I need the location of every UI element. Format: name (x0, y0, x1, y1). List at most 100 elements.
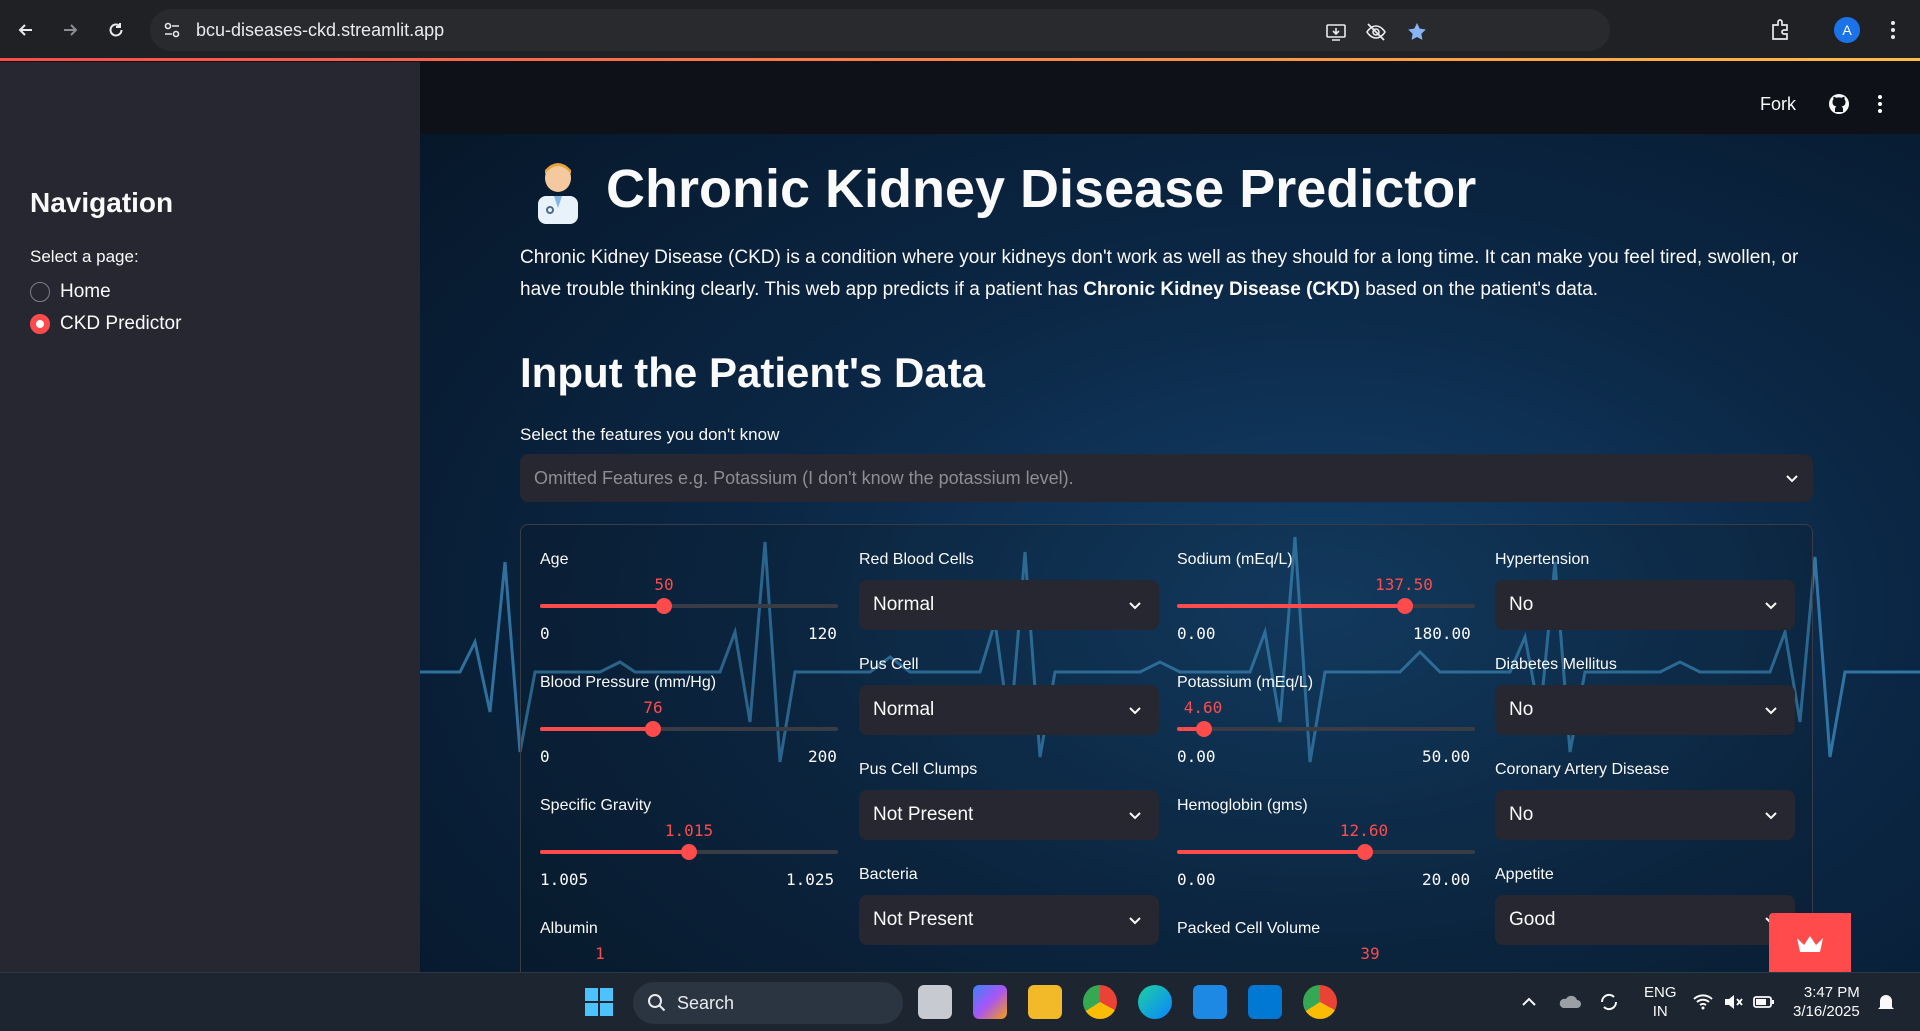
forward-button[interactable] (52, 12, 88, 48)
cad-label: Coronary Artery Disease (1495, 761, 1670, 778)
pus-cell-select[interactable]: Normal (859, 685, 1159, 735)
pcv-value: 39 (1360, 944, 1380, 963)
sg-slider-thumb[interactable] (681, 844, 697, 860)
chevron-down-icon (1765, 707, 1777, 715)
clock-date: 3/16/2025 (1793, 1003, 1860, 1020)
hypertension-label: Hypertension (1495, 551, 1590, 568)
potassium-slider[interactable] (1177, 721, 1475, 737)
sodium-min: 0.00 (1177, 624, 1216, 643)
bp-label: Blood Pressure (mm/Hg) (540, 674, 717, 691)
age-slider[interactable] (540, 598, 838, 614)
age-min: 0 (540, 624, 550, 643)
rbc-select[interactable]: Normal (859, 580, 1159, 630)
pus-clumps-label: Pus Cell Clumps (859, 761, 978, 778)
remote-desktop-icon[interactable] (1193, 985, 1227, 1019)
install-app-icon[interactable] (1325, 21, 1347, 43)
intro-paragraph: Chronic Kidney Disease (CKD) is a condit… (520, 242, 1820, 306)
hemoglobin-label: Hemoglobin (gms) (1177, 797, 1308, 814)
appetite-select[interactable]: Good (1495, 895, 1795, 945)
sodium-slider[interactable] (1177, 598, 1475, 614)
reload-icon (109, 23, 123, 37)
chrome-icon[interactable] (1083, 985, 1117, 1019)
diabetes-select[interactable]: No (1495, 685, 1795, 735)
pus-clumps-select[interactable]: Not Present (859, 790, 1159, 840)
wifi-icon[interactable] (1692, 991, 1714, 1013)
search-icon (648, 994, 666, 1012)
bp-slider[interactable] (540, 721, 838, 737)
back-button[interactable] (8, 12, 44, 48)
clock[interactable]: 3:47 PM 3/16/2025 (1793, 983, 1860, 1021)
clock-time: 3:47 PM (1803, 984, 1860, 1001)
age-max: 120 (808, 624, 837, 643)
sodium-slider-thumb[interactable] (1396, 598, 1413, 614)
github-icon[interactable] (1827, 92, 1851, 116)
crown-icon (1797, 935, 1823, 952)
appetite-select-value: Good (1509, 909, 1556, 930)
age-slider-fill (540, 604, 665, 608)
windows-start-icon[interactable] (582, 985, 616, 1019)
radio-ckd-predictor[interactable]: CKD Predictor (30, 313, 181, 335)
file-explorer-icon[interactable] (1028, 985, 1062, 1019)
bookmark-star-icon[interactable] (1406, 21, 1428, 43)
hypertension-select[interactable]: No (1495, 580, 1795, 630)
radio-home[interactable]: Home (30, 281, 111, 303)
chevron-down-icon (1129, 812, 1141, 820)
radio-home-label: Home (60, 281, 111, 302)
address-bar[interactable]: bcu-diseases-ckd.streamlit.app (150, 9, 1610, 51)
extensions-icon[interactable] (1768, 17, 1794, 43)
onedrive-icon[interactable] (1558, 991, 1582, 1013)
sodium-slider-fill (1177, 604, 1405, 608)
copilot-icon[interactable] (973, 985, 1007, 1019)
sync-icon[interactable] (1598, 991, 1620, 1013)
hemoglobin-slider[interactable] (1177, 844, 1475, 860)
cad-select[interactable]: No (1495, 790, 1795, 840)
bp-min: 0 (540, 747, 550, 766)
potassium-min: 0.00 (1177, 747, 1216, 766)
sg-slider-fill (540, 850, 689, 854)
sodium-max: 180.00 (1413, 624, 1471, 643)
sodium-value: 137.50 (1375, 575, 1433, 594)
chrome-profile-icon[interactable] (1303, 985, 1337, 1019)
fork-button[interactable]: Fork (1760, 94, 1796, 115)
bacteria-select[interactable]: Not Present (859, 895, 1159, 945)
main-content: Fork Chronic Kidney Disease Predictor Ch… (420, 62, 1920, 972)
reload-button[interactable] (98, 12, 134, 48)
app-header: Fork (420, 62, 1920, 134)
url-text: bcu-diseases-ckd.streamlit.app (196, 20, 445, 40)
hemoglobin-slider-thumb[interactable] (1356, 844, 1373, 860)
chevron-down-icon (1765, 602, 1777, 610)
vscode-icon[interactable] (1248, 985, 1282, 1019)
sidebar: Navigation Select a page: Home CKD Predi… (0, 62, 420, 972)
pus-clumps-select-value: Not Present (873, 804, 974, 825)
sg-slider[interactable] (540, 844, 838, 860)
site-settings-icon[interactable] (162, 20, 182, 40)
streamlit-accent-bar (0, 58, 1920, 61)
radio-unselected-icon (30, 282, 50, 302)
rbc-select-value: Normal (873, 594, 935, 615)
hemoglobin-value: 12.60 (1339, 821, 1389, 840)
omitted-features-multiselect[interactable]: Omitted Features e.g. Potassium (I don't… (520, 454, 1813, 502)
bacteria-select-value: Not Present (873, 909, 974, 930)
app-menu-icon[interactable] (1868, 92, 1892, 116)
speaker-muted-icon[interactable] (1722, 991, 1744, 1013)
chevron-down-icon (1786, 475, 1798, 483)
chevron-down-icon (1129, 602, 1141, 610)
profile-avatar[interactable]: A (1834, 17, 1860, 43)
browser-menu-icon[interactable] (1880, 17, 1906, 43)
sg-min: 1.005 (540, 870, 589, 889)
sidebar-heading: Navigation (30, 187, 174, 218)
streamlit-badge-button[interactable] (1769, 913, 1851, 972)
bp-value: 76 (643, 698, 663, 717)
chevron-up-icon[interactable] (1520, 993, 1538, 1011)
language-indicator[interactable]: ENG IN (1644, 983, 1677, 1021)
taskbar-search[interactable]: Search (633, 982, 903, 1024)
intro-text-bold: Chronic Kidney Disease (CKD) (1083, 279, 1360, 300)
edge-icon[interactable] (1138, 985, 1172, 1019)
radio-ckd-predictor-label: CKD Predictor (60, 313, 182, 334)
age-value: 50 (654, 575, 674, 594)
sg-label: Specific Gravity (540, 797, 652, 814)
task-view-icon[interactable] (918, 985, 952, 1019)
eye-off-icon[interactable] (1365, 21, 1387, 43)
notification-bell-icon[interactable] (1874, 990, 1898, 1014)
battery-icon[interactable] (1752, 992, 1776, 1012)
